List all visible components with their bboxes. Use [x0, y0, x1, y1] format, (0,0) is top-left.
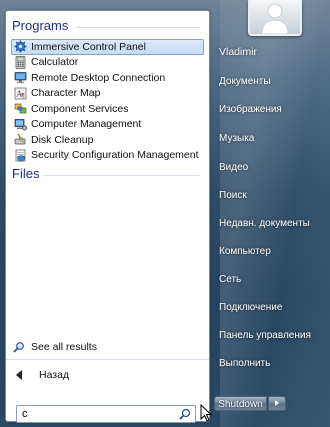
right-link-network[interactable]: Сеть: [219, 274, 241, 285]
search-icon[interactable]: [178, 407, 192, 421]
search-icon: [13, 342, 24, 353]
right-link-recent-documents[interactable]: Недавн. документы: [219, 218, 310, 229]
files-header-divider: [44, 175, 200, 176]
component-services-icon: [14, 103, 27, 114]
svg-text:¶: ¶: [21, 92, 25, 99]
program-list: Immersive Control Panel Calculator Remot…: [11, 39, 204, 163]
search-results-pane: Programs Immersive Control Panel Calcula…: [5, 10, 210, 423]
right-link-control-panel[interactable]: Панель управления: [219, 330, 311, 341]
search-input[interactable]: c: [16, 405, 196, 423]
right-link-pictures[interactable]: Изображения: [219, 104, 282, 115]
back-label: Назад: [39, 369, 70, 381]
right-link-run[interactable]: Выполнить: [219, 358, 270, 369]
right-link-computer[interactable]: Компьютер: [219, 246, 271, 257]
shutdown-button[interactable]: Shutdown: [214, 396, 267, 411]
program-item-disk-cleanup[interactable]: Disk Cleanup: [11, 132, 204, 148]
right-link-music[interactable]: Музыка: [219, 133, 254, 144]
mouse-pointer-icon: [200, 404, 212, 422]
right-link-connect-to[interactable]: Подключение: [219, 302, 282, 313]
back-divider: [6, 359, 209, 360]
program-label: Component Services: [31, 102, 129, 115]
right-link-documents[interactable]: Документы: [219, 76, 271, 87]
calculator-icon: [15, 55, 26, 69]
program-item-calculator[interactable]: Calculator: [11, 55, 204, 71]
program-item-character-map[interactable]: A ¶ Character Map: [11, 86, 204, 102]
program-item-security-configuration-management[interactable]: Security Configuration Management: [11, 148, 204, 164]
program-label: Calculator: [31, 56, 79, 69]
back-button[interactable]: Назад: [14, 367, 207, 383]
right-link-video[interactable]: Видео: [219, 162, 248, 173]
right-link-search[interactable]: Поиск: [219, 190, 247, 201]
chevron-right-icon: [275, 400, 279, 406]
search-input-value: c: [22, 408, 28, 420]
disk-cleanup-icon: [14, 133, 26, 145]
character-map-icon: A ¶: [14, 87, 27, 99]
program-label: Character Map: [31, 87, 101, 100]
computer-management-icon: [14, 118, 27, 131]
program-item-computer-management[interactable]: Computer Management: [11, 117, 204, 133]
programs-header: Programs: [12, 18, 69, 33]
program-item-immersive-control-panel[interactable]: Immersive Control Panel: [11, 39, 204, 55]
programs-header-divider: [76, 27, 200, 28]
user-name-link[interactable]: Vladimir: [219, 46, 257, 58]
files-header: Files: [12, 166, 40, 181]
program-label: Computer Management: [31, 118, 142, 131]
remote-desktop-icon: [14, 72, 27, 84]
gear-icon: [14, 40, 27, 53]
user-avatar-icon[interactable]: [248, 0, 302, 36]
shutdown-options-button[interactable]: [268, 396, 286, 411]
user-silhouette: [261, 3, 289, 34]
see-all-results-link[interactable]: See all results: [13, 341, 97, 353]
program-item-component-services[interactable]: Component Services: [11, 101, 204, 117]
program-label: Disk Cleanup: [31, 133, 94, 146]
program-label: Security Configuration Management: [31, 149, 199, 162]
back-arrow-icon: [16, 370, 22, 380]
program-label: Remote Desktop Connection: [31, 71, 166, 84]
program-item-remote-desktop-connection[interactable]: Remote Desktop Connection: [11, 70, 204, 86]
program-label: Immersive Control Panel: [31, 40, 146, 53]
security-config-icon: [15, 149, 26, 162]
see-all-results-label: See all results: [31, 341, 97, 353]
